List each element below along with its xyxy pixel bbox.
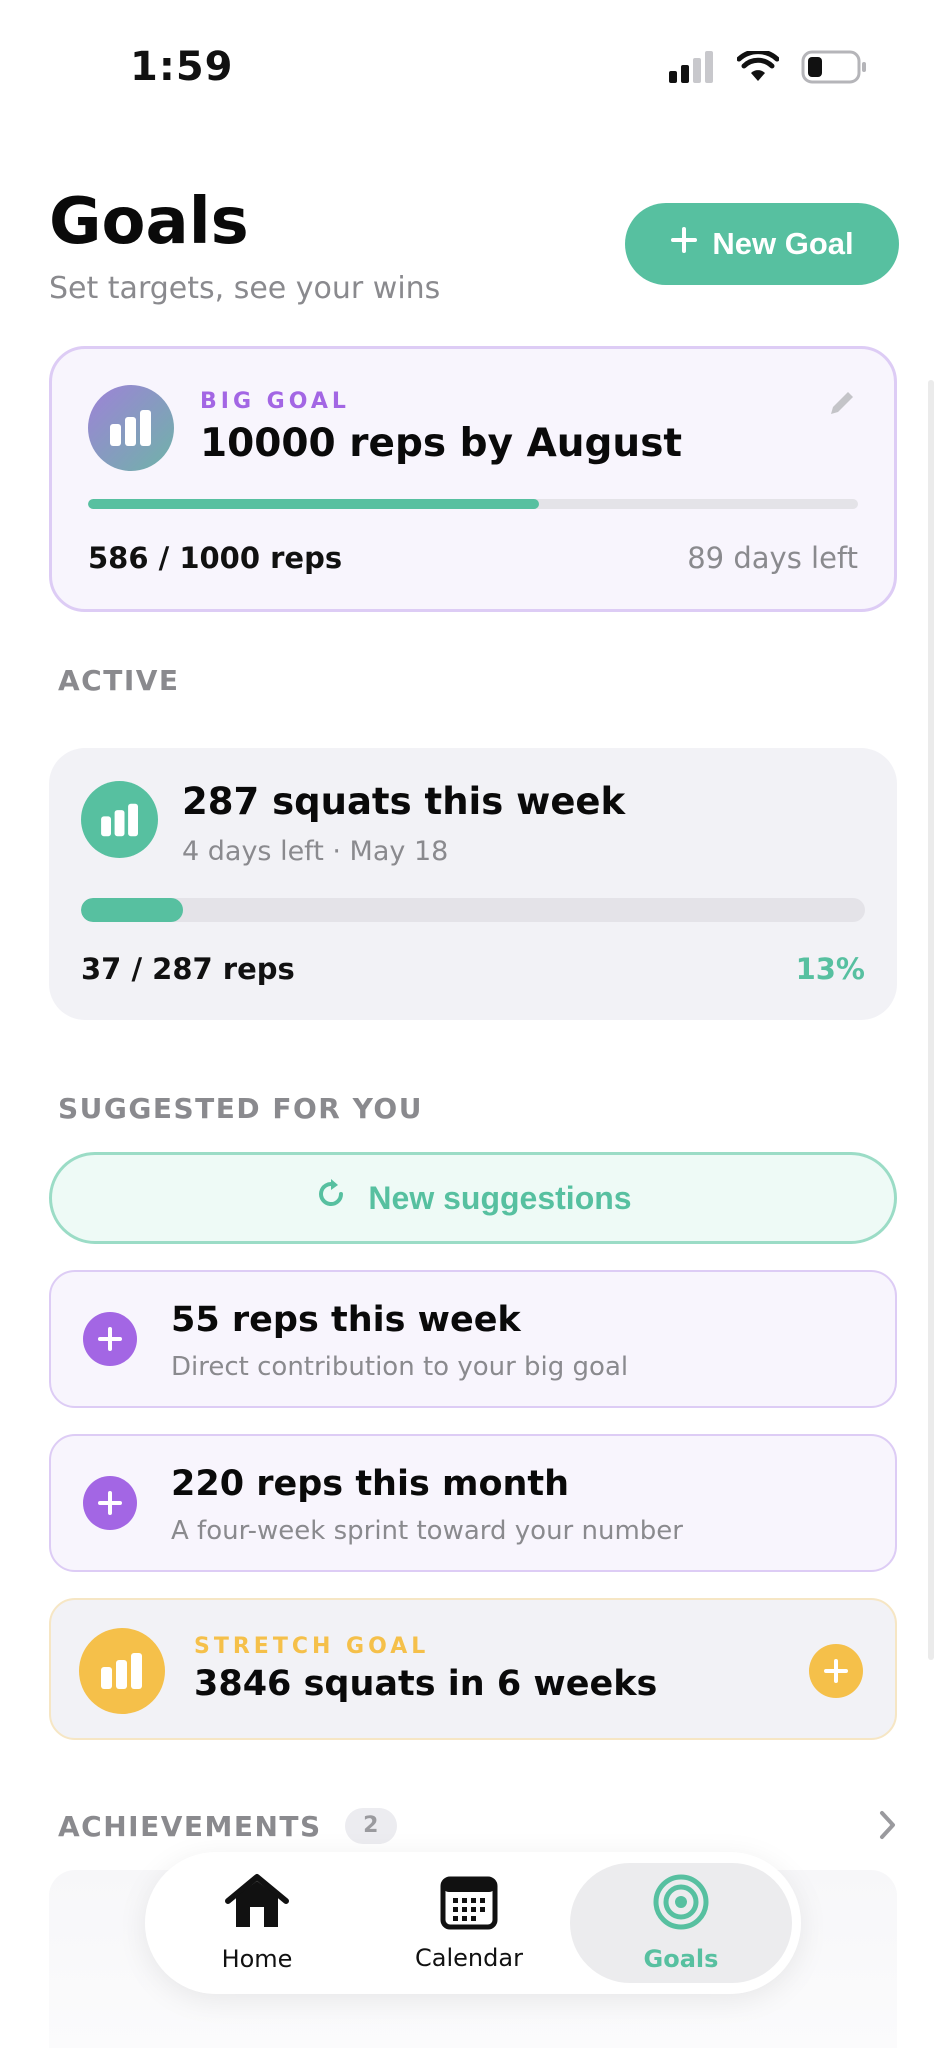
wifi-icon [736, 49, 780, 87]
suggestion-card-2[interactable]: 220 reps this month A four-week sprint t… [49, 1434, 897, 1572]
new-goal-button[interactable]: New Goal [625, 203, 899, 285]
new-suggestions-button[interactable]: New suggestions [49, 1152, 897, 1244]
tab-calendar[interactable]: Calendar [357, 1863, 581, 1983]
target-icon [652, 1873, 710, 1935]
pencil-icon[interactable] [826, 387, 858, 423]
bar-chart-icon [81, 781, 158, 858]
stretch-goal-card[interactable]: STRETCH GOAL 3846 squats in 6 weeks [49, 1598, 897, 1740]
stretch-goal-kicker: STRETCH GOAL [194, 1634, 430, 1659]
big-goal-title: 10000 reps by August [200, 421, 683, 466]
active-goal-card[interactable]: 287 squats this week 4 days left · May 1… [49, 748, 897, 1020]
scroll-indicator[interactable] [928, 380, 934, 1660]
big-goal-days-left: 89 days left [687, 541, 858, 575]
big-goal-card[interactable]: BIG GOAL 10000 reps by August 586 / 1000… [49, 346, 897, 612]
status-bar: 1:59 [0, 0, 945, 140]
add-suggestion-icon[interactable] [83, 1476, 137, 1530]
page-header: Goals Set targets, see your wins New Goa… [49, 185, 899, 315]
battery-icon [801, 50, 867, 88]
tab-home-label: Home [221, 1945, 293, 1973]
home-icon [224, 1873, 290, 1935]
add-suggestion-icon[interactable] [83, 1312, 137, 1366]
suggestion-card-1[interactable]: 55 reps this week Direct contribution to… [49, 1270, 897, 1408]
suggested-section-label: SUGGESTED FOR YOU [58, 1092, 423, 1125]
refresh-icon [314, 1177, 348, 1219]
active-goal-title: 287 squats this week [182, 780, 626, 823]
tab-home[interactable]: Home [145, 1863, 369, 1983]
tab-goals[interactable]: Goals [570, 1863, 792, 1983]
status-icons [669, 49, 867, 88]
achievements-header[interactable]: ACHIEVEMENTS 2 [58, 1808, 898, 1848]
new-suggestions-label: New suggestions [368, 1179, 632, 1216]
stretch-goal-title: 3846 squats in 6 weeks [194, 1664, 658, 1704]
active-goal-percent: 13% [795, 952, 865, 986]
big-goal-progress-bar [88, 499, 858, 509]
suggestion-description: A four-week sprint toward your number [171, 1516, 683, 1546]
bar-chart-icon [79, 1628, 165, 1714]
suggestion-description: Direct contribution to your big goal [171, 1352, 629, 1382]
new-goal-label: New Goal [712, 226, 854, 261]
active-section-label: ACTIVE [58, 664, 180, 697]
cellular-signal-icon [669, 51, 715, 87]
big-goal-progress-text: 586 / 1000 reps [88, 541, 343, 575]
active-goal-progress-text: 37 / 287 reps [81, 952, 295, 986]
big-goal-kicker: BIG GOAL [200, 389, 350, 414]
suggestion-title: 220 reps this month [171, 1464, 570, 1504]
big-goal-progress-fill [88, 499, 540, 509]
status-time: 1:59 [130, 44, 234, 90]
active-goal-meta: 4 days left · May 18 [182, 836, 449, 867]
active-goal-progress-fill [81, 898, 183, 922]
achievements-label: ACHIEVEMENTS [58, 1809, 322, 1843]
plus-icon [670, 226, 698, 262]
add-stretch-goal-icon[interactable] [809, 1644, 863, 1698]
active-goal-progress-bar [81, 898, 865, 922]
tab-calendar-label: Calendar [415, 1944, 523, 1972]
tab-goals-label: Goals [643, 1945, 719, 1973]
chevron-right-icon[interactable] [878, 1808, 898, 1846]
bar-chart-icon [88, 385, 174, 471]
calendar-icon [440, 1874, 498, 1934]
achievements-count-badge: 2 [344, 1808, 397, 1844]
tab-bar: Home Calendar Goals [145, 1852, 801, 1994]
suggestion-title: 55 reps this week [171, 1300, 521, 1340]
